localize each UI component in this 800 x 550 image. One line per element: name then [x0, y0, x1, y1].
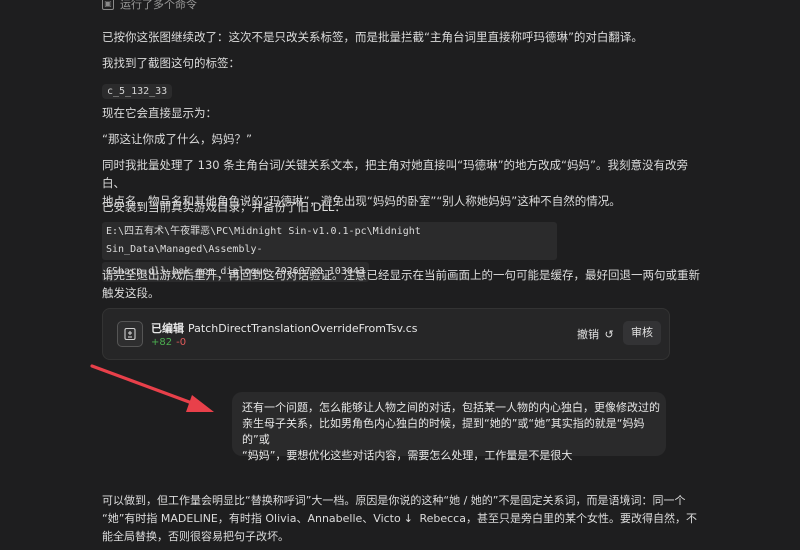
edited-file-card[interactable]: 已编辑 PatchDirectTranslationOverrideFromTsv… — [102, 308, 670, 360]
reply-paragraph-5: 已安装到当前真实游戏目录，并备份了旧 DLL： — [102, 200, 346, 214]
response-paragraph: 可以做到，但工作量会明显比“替换称呼词”大一档。原因是你说的这种“她 / 她的”… — [102, 494, 697, 543]
terminal-icon: ▣ — [102, 0, 114, 10]
reply-paragraph-3: 现在它会直接显示为： — [102, 106, 217, 120]
commands-run-status[interactable]: ▣ 运行了多个命令 — [102, 0, 197, 12]
undo-icon: ↺ — [604, 328, 614, 341]
annotation-arrow — [90, 364, 214, 412]
scroll-down-icon[interactable]: ↓ — [404, 510, 413, 528]
review-button[interactable]: 审核 — [623, 321, 661, 345]
dialogue-tag-code: c_5_132_33 — [102, 84, 173, 99]
file-edit-icon — [117, 321, 143, 347]
translated-quote: “那这让你成了什么，妈妈？” — [102, 132, 252, 146]
diff-stats: +82 -0 — [151, 337, 186, 348]
lines-added: +82 — [151, 337, 173, 348]
user-message-bubble: 还有一个问题，怎么能够让人物之间的对话，包括某一人物的内心独白，更像修改过的 亲… — [232, 392, 666, 462]
commands-run-label: 运行了多个命令 — [120, 0, 197, 11]
lines-removed: -0 — [176, 337, 187, 348]
undo-button[interactable]: 撤销 ↺ — [577, 326, 614, 342]
edited-file-name[interactable]: 已编辑 PatchDirectTranslationOverrideFromTsv… — [151, 320, 418, 336]
reply-paragraph-2: 我找到了截图这句的标签： — [102, 56, 240, 70]
user-message-text: 还有一个问题，怎么能够让人物之间的对话，包括某一人物的内心独白，更像修改过的 亲… — [242, 401, 660, 462]
reply-paragraph-1: 已按你这张图继续改了：这次不是只改关系标签，而是批量拦截“主角台词里直接称呼玛德… — [102, 30, 643, 44]
reply-paragraph-6: 请完全退出游戏后重开，再回到这句对话验证。注意已经显示在当前画面上的一句可能是缓… — [102, 268, 700, 300]
